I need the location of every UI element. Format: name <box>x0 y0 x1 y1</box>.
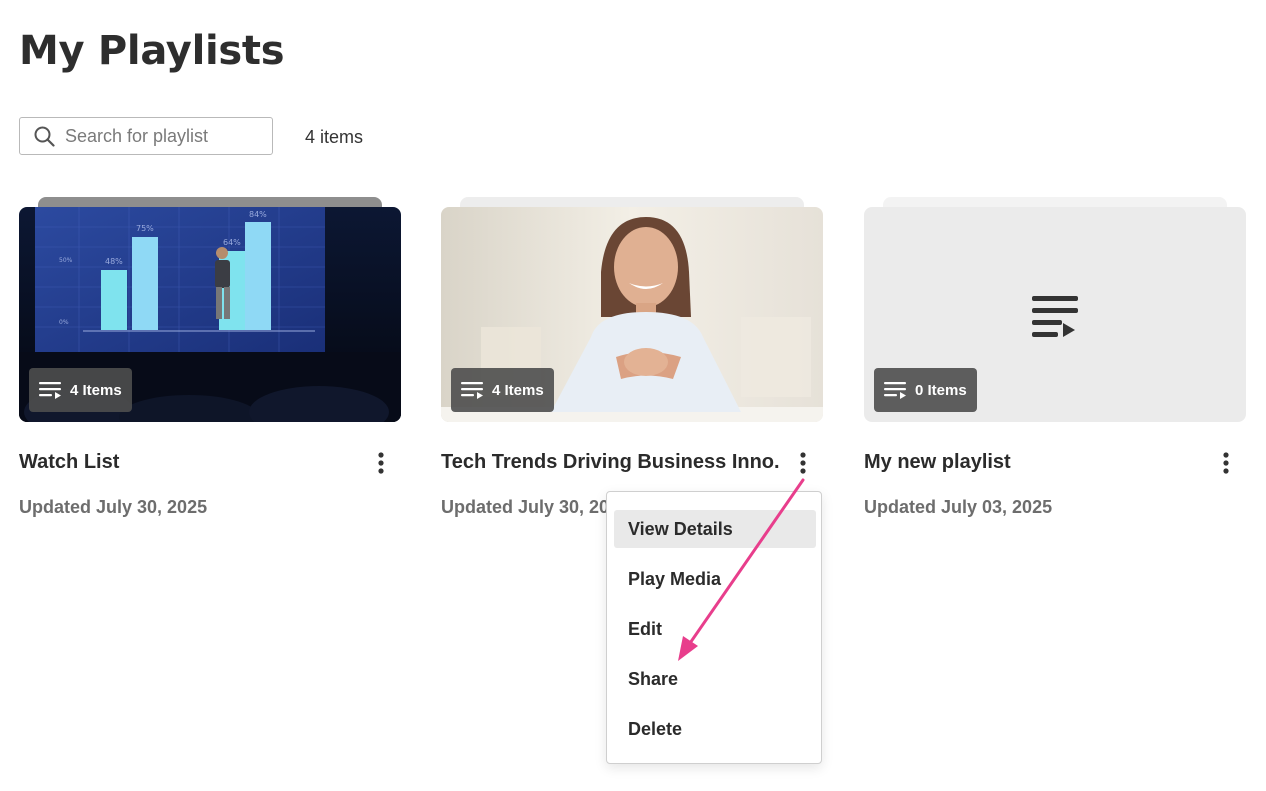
updated-date: Updated July 30, 2025 <box>19 497 208 517</box>
chart-label: 48% <box>105 257 123 266</box>
menu-item-share[interactable]: Share <box>614 660 816 698</box>
item-count-badge: 4 Items <box>451 368 554 412</box>
updated-date: Updated July 03, 2025 <box>864 497 1053 517</box>
playlist-icon <box>461 382 483 399</box>
more-options-button[interactable] <box>369 450 393 476</box>
more-options-button[interactable] <box>1214 450 1238 476</box>
search-box[interactable] <box>19 117 273 155</box>
badge-label: 4 Items <box>492 381 544 399</box>
search-icon <box>34 126 55 147</box>
chart-label: 75% <box>136 224 154 233</box>
chart-label: 64% <box>223 238 241 247</box>
kebab-menu-icon <box>800 452 806 474</box>
kebab-menu-icon <box>378 452 384 474</box>
chart-label: 84% <box>249 210 267 219</box>
playlist-title[interactable]: My new playlist <box>864 451 1204 474</box>
menu-item-edit[interactable]: Edit <box>614 610 816 648</box>
playlist-thumbnail[interactable]: 0 Items <box>864 207 1246 422</box>
menu-item-view-details[interactable]: View Details <box>614 510 816 548</box>
axis-tick: 50% <box>59 257 73 264</box>
playlist-thumbnail[interactable]: 4 Items <box>441 207 823 422</box>
more-options-button[interactable] <box>791 450 815 476</box>
item-count: 4 items <box>305 127 364 147</box>
updated-date: Updated July 30, 2025 <box>441 497 630 517</box>
playlist-thumbnail[interactable]: 48% 75% 64% 84% 50% 0% 4 Items <box>19 207 401 422</box>
search-input[interactable] <box>65 125 255 147</box>
menu-item-delete[interactable]: Delete <box>614 710 816 748</box>
playlist-title[interactable]: Tech Trends Driving Business Inno... <box>441 451 781 474</box>
kebab-menu-icon <box>1223 452 1229 474</box>
item-count-badge: 4 Items <box>29 368 132 412</box>
page-title: My Playlists <box>19 28 285 74</box>
playlist-icon <box>884 382 906 399</box>
axis-tick: 0% <box>59 319 69 326</box>
menu-item-play-media[interactable]: Play Media <box>614 560 816 598</box>
badge-label: 0 Items <box>915 381 967 399</box>
playlist-placeholder-icon <box>1032 296 1078 337</box>
context-menu: View Details Play Media Edit Share Delet… <box>606 491 822 764</box>
badge-label: 4 Items <box>70 381 122 399</box>
playlist-title[interactable]: Watch List <box>19 451 359 474</box>
item-count-badge: 0 Items <box>874 368 977 412</box>
playlist-icon <box>39 382 61 399</box>
